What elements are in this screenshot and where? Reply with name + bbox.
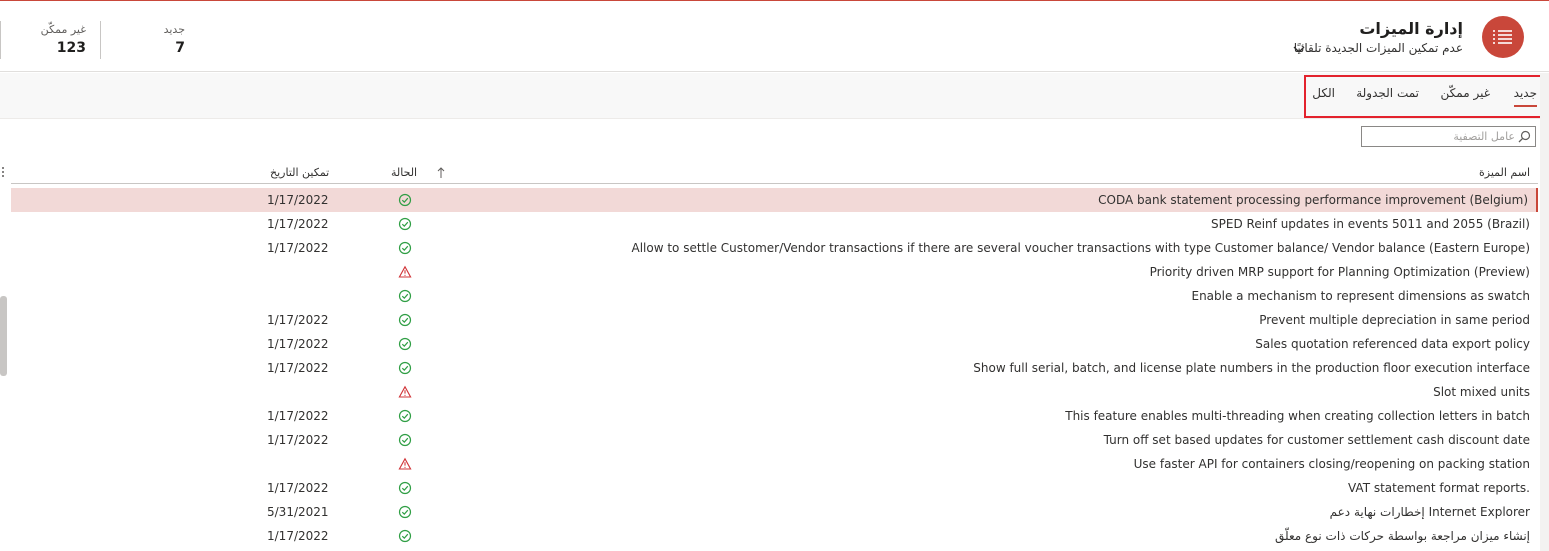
feature-name-cell: Priority driven MRP support for Planning… <box>1149 265 1530 279</box>
table-row[interactable]: Turn off set based updates for customer … <box>11 428 1538 452</box>
table-row[interactable]: إخطارات نهاية دعم Internet Explorer 5/31/… <box>11 500 1538 524</box>
table-row[interactable]: Allow to settle Customer/Vendor transact… <box>11 236 1538 260</box>
table-row[interactable]: Slot mixed units <box>11 380 1538 404</box>
status-ok-icon <box>398 481 412 495</box>
scrollbar-track[interactable] <box>1540 73 1549 551</box>
more-options-icon[interactable] <box>0 164 6 180</box>
column-header-status[interactable]: الحالة <box>391 166 417 179</box>
feature-name-cell: Allow to settle Customer/Vendor transact… <box>631 241 1531 255</box>
column-header-feature-name[interactable]: اسم الميزة <box>1479 166 1530 179</box>
table-row[interactable]: Priority driven MRP support for Planning… <box>11 260 1538 284</box>
enable-date-cell: 1/17/2022 <box>267 193 329 207</box>
feature-name-cell: إنشاء ميزان مراجعة بواسطة حركات ذات نوع … <box>1275 529 1530 543</box>
filter-input[interactable] <box>1362 127 1535 146</box>
status-ok-icon <box>398 433 412 447</box>
enable-date-cell: 1/17/2022 <box>267 217 329 231</box>
table-row[interactable]: Sales quotation referenced data export p… <box>11 332 1538 356</box>
enable-date-cell: 1/17/2022 <box>267 241 329 255</box>
enable-date-cell: 1/17/2022 <box>267 409 329 423</box>
feature-name-cell: Turn off set based updates for customer … <box>1103 433 1530 447</box>
feature-name-cell: إخطارات نهاية دعم Internet Explorer <box>1329 505 1530 519</box>
enable-date-cell: 1/17/2022 <box>267 313 329 327</box>
table-row[interactable]: Show full serial, batch, and license pla… <box>11 356 1538 380</box>
table-row[interactable]: إنشاء ميزان مراجعة بواسطة حركات ذات نوع … <box>11 524 1538 548</box>
view-selector-label[interactable]: عدم تمكين الميزات الجديدة تلقائيًا <box>1294 41 1463 55</box>
enable-date-cell: 1/17/2022 <box>267 529 329 543</box>
status-warning-icon <box>398 457 412 471</box>
tab-highlight-box <box>1304 75 1544 118</box>
feature-name-cell: Enable a mechanism to represent dimensio… <box>1191 289 1530 303</box>
status-ok-icon <box>398 337 412 351</box>
list-icon <box>1482 16 1524 58</box>
counter-not-enabled-label: غير ممكّن <box>40 23 86 36</box>
column-header-enable-date[interactable]: تمكين التاريخ <box>270 166 329 179</box>
status-ok-icon <box>398 529 412 543</box>
status-ok-icon <box>398 193 412 207</box>
enable-date-cell: 1/17/2022 <box>267 481 329 495</box>
chevron-down-icon[interactable] <box>1292 42 1306 56</box>
table-row[interactable]: Use faster API for containers closing/re… <box>11 452 1538 476</box>
feature-name-cell: Show full serial, batch, and license pla… <box>973 361 1530 375</box>
table-row[interactable]: CODA bank statement processing performan… <box>11 188 1538 212</box>
table-row[interactable]: This feature enables multi-threading whe… <box>11 404 1538 428</box>
page-title: إدارة الميزات <box>1359 19 1463 38</box>
feature-name-cell: Use faster API for containers closing/re… <box>1133 457 1530 471</box>
table-row[interactable]: VAT statement format reports. 1/17/2022 <box>11 476 1538 500</box>
table-row[interactable]: SPED Reinf updates in events 5011 and 20… <box>11 212 1538 236</box>
counter-new-label: جديد <box>163 23 185 36</box>
counter-not-enabled[interactable]: غير ممكّن 123 <box>8 23 86 56</box>
feature-name-cell: SPED Reinf updates in events 5011 and 20… <box>1211 217 1530 231</box>
counter-new[interactable]: جديد 7 <box>110 23 185 56</box>
search-icon <box>1518 130 1531 143</box>
enable-date-cell: 1/17/2022 <box>267 337 329 351</box>
status-ok-icon <box>398 241 412 255</box>
feature-name-cell: VAT statement format reports. <box>1347 481 1530 495</box>
enable-date-cell: 5/31/2021 <box>267 505 329 519</box>
filter-box[interactable] <box>1361 126 1536 147</box>
grid-header: اسم الميزة الحالة تمكين التاريخ <box>11 162 1538 184</box>
feature-name-cell: CODA bank statement processing performan… <box>1098 193 1528 207</box>
enable-date-cell: 1/17/2022 <box>267 361 329 375</box>
status-ok-icon <box>398 361 412 375</box>
counter-divider <box>100 21 101 59</box>
table-row[interactable]: Prevent multiple depreciation in same pe… <box>11 308 1538 332</box>
page-header: إدارة الميزات عدم تمكين الميزات الجديدة … <box>0 1 1549 72</box>
enable-date-cell: 1/17/2022 <box>267 433 329 447</box>
counter-not-enabled-value: 123 <box>56 40 86 56</box>
feature-name-cell: Slot mixed units <box>1433 385 1530 399</box>
status-ok-icon <box>398 289 412 303</box>
feature-name-cell: This feature enables multi-threading whe… <box>1065 409 1530 423</box>
counter-divider <box>0 21 1 59</box>
scrollbar-thumb[interactable] <box>0 296 7 376</box>
table-row[interactable]: Enable a mechanism to represent dimensio… <box>11 284 1538 308</box>
counter-new-value: 7 <box>175 40 185 56</box>
status-warning-icon <box>398 265 412 279</box>
feature-name-cell: Sales quotation referenced data export p… <box>1255 337 1530 351</box>
feature-name-cell: Prevent multiple depreciation in same pe… <box>1259 313 1530 327</box>
status-ok-icon <box>398 505 412 519</box>
sort-ascending-icon[interactable] <box>436 167 446 179</box>
status-ok-icon <box>398 217 412 231</box>
status-ok-icon <box>398 409 412 423</box>
status-ok-icon <box>398 313 412 327</box>
status-warning-icon <box>398 385 412 399</box>
